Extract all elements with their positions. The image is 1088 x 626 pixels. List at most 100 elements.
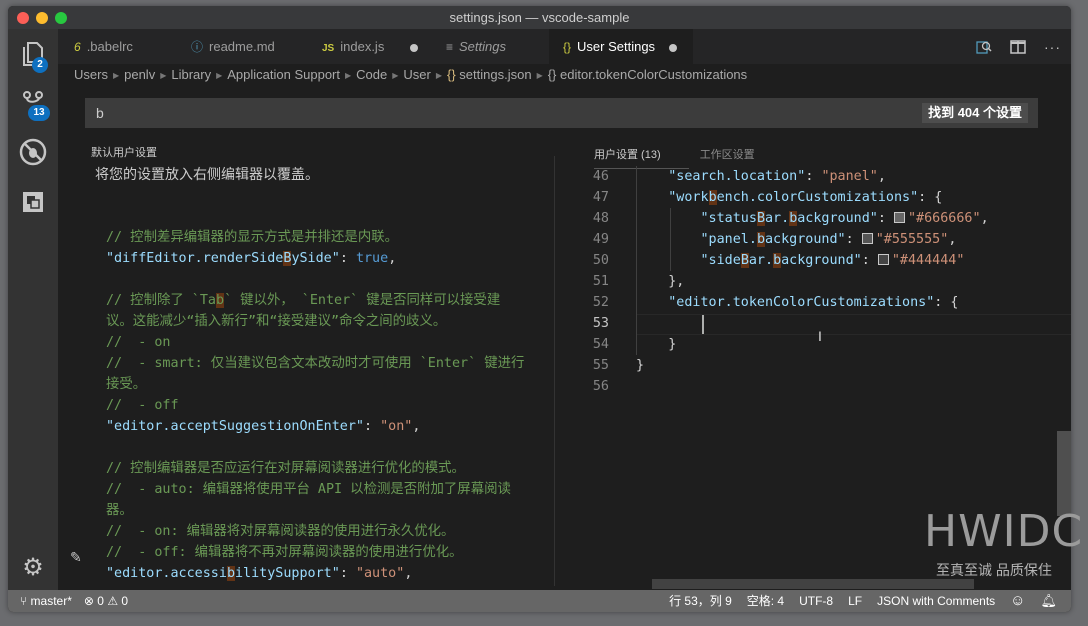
code-line: "sideBar.background": "#444444" [636,250,1071,271]
code-token: "diffEditor.renderSide [106,251,284,266]
split-editor-icon[interactable] [1010,39,1026,54]
minimize-window-button[interactable] [36,12,48,24]
vscode-window: settings.json — vscode-sample 2 13 ⚙ 6 .… [8,6,1071,612]
code-line: // - on [106,332,556,353]
language-mode[interactable]: JSON with Comments [877,590,995,612]
open-settings-icon[interactable] [976,39,992,55]
user-settings-editor[interactable]: "search.location": "panel", "workbench.c… [636,166,1071,397]
end-of-line[interactable]: LF [848,590,862,612]
code-token: 接受。 [106,377,147,392]
tab-readme[interactable]: ⓘ readme.md [191,29,275,64]
indentation[interactable]: 空格: 4 [747,590,784,612]
tab-babelrc[interactable]: 6 .babelrc [74,29,133,64]
notifications-bell-icon[interactable]: 🔔︎ [1040,590,1057,612]
title-bar: settings.json — vscode-sample [8,6,1071,29]
code-token: } [636,358,645,373]
code-line: "editor.accessibilitySupport": "auto", [106,563,556,584]
tab-user-settings[interactable]: {} User Settings [549,29,693,64]
code-token: ackground" [781,253,862,268]
breadcrumb-item[interactable]: settings.json [459,67,531,82]
breadcrumb-item[interactable]: Application Support [227,67,340,82]
code-token: , [412,419,421,434]
code-line: }, [636,271,1071,292]
line-number: 56 [592,379,609,394]
code-line: // - off [106,395,556,416]
code-line: "diffEditor.renderSideBySide": true, [106,248,556,269]
code-token: : { [918,190,943,205]
problems-status[interactable]: ⊗ 0 ⚠ 0 [84,590,128,612]
code-line: "panel.background": "#555555", [636,229,1071,250]
activity-explorer[interactable]: 2 [8,31,58,77]
breadcrumb-item[interactable]: User [403,67,430,82]
watermark-brand: HWIDC [924,506,1084,557]
info-file-icon: ⓘ [191,40,204,54]
code-token: b [756,232,765,247]
breadcrumb-item[interactable]: penlv [124,67,155,82]
code-token: true [355,251,389,266]
code-token: ilitySupport" [235,566,340,581]
line-number: 46 [592,169,609,184]
feedback-smiley-icon[interactable]: ☺ [1010,590,1025,612]
line-number: 51 [592,274,609,289]
tab-index-js[interactable]: JS index.js [322,29,418,64]
color-swatch[interactable] [861,232,873,244]
code-token: b [773,253,782,268]
horizontal-scrollbar[interactable] [652,579,974,589]
breadcrumb-item[interactable]: Library [171,67,211,82]
tab-user-settings-scope[interactable]: 用户设置 (13) [594,146,661,162]
code-token: ackground" [797,211,878,226]
code-token: // - off [106,398,179,413]
code-token: "editor.accessi [106,566,227,581]
settings-search-input[interactable]: b 找到 404 个设置 [85,98,1038,128]
window-title: settings.json — vscode-sample [449,10,630,25]
code-token: }, [636,274,685,289]
edit-pencil-icon[interactable]: ✎ [70,549,82,566]
warning-icon: ⚠ [107,594,122,608]
code-line: "statusBar.background": "#666666", [636,208,1071,229]
scrollbar-thumb[interactable] [1057,431,1071,516]
tab-settings[interactable]: ≡ Settings [446,29,506,64]
tab-workspace-settings[interactable]: 工作区设置 [700,146,755,162]
mouse-ibeam-cursor: I [818,328,822,344]
line-number: 49 [592,232,609,247]
maximize-window-button[interactable] [55,12,67,24]
object-icon: {} [547,67,561,82]
close-window-button[interactable] [17,12,29,24]
breadcrumb-item[interactable]: editor.tokenColorCustomizations [560,67,747,82]
js-file-icon: JS [322,43,335,54]
code-line: // - on: 编辑器将对屏幕阅读器的使用进行永久优化。 [106,521,556,542]
default-settings-code[interactable]: // 控制差异编辑器的显示方式是并排还是内联。 "diffEditor.rende… [106,206,556,584]
unsaved-dot-icon[interactable] [668,43,677,52]
code-line: 接受。 [106,374,556,395]
tab-label: User Settings [577,39,656,54]
encoding[interactable]: UTF-8 [799,590,833,612]
activity-extensions[interactable] [8,179,58,225]
code-token: "editor.acceptSuggestionOnEnter" [106,419,364,434]
activity-settings[interactable]: ⚙ [8,544,58,590]
unsaved-dot-icon[interactable] [409,43,418,52]
code-token: "work [636,190,709,205]
breadcrumb-item[interactable]: Code [356,67,387,82]
code-token: , [980,211,989,226]
branch-status[interactable]: ⑂ master* [20,590,72,612]
watermark-slogan: 至真至诚 品质保住 [936,562,1052,578]
breadcrumb-item[interactable]: Users [74,67,108,82]
code-token: , [404,566,413,581]
activity-debug[interactable] [8,129,58,175]
line-number: 50 [592,253,609,268]
pane-divider[interactable] [554,156,555,586]
code-token: B [756,211,765,226]
code-token: b [216,293,225,308]
more-actions-icon[interactable]: ··· [1044,39,1061,55]
status-bar: ⑂ master* ⊗ 0 ⚠ 0 行 53，列 9 空格: 4 UTF-8 L… [8,590,1071,612]
chevron-right-icon: ▶ [392,70,399,80]
color-swatch[interactable] [877,253,889,265]
tab-label: readme.md [209,39,275,54]
color-swatch[interactable] [894,211,905,223]
error-icon: ⊗ [83,594,98,608]
cursor-position[interactable]: 行 53，列 9 [669,590,732,612]
activity-source-control[interactable]: 13 [8,79,58,125]
